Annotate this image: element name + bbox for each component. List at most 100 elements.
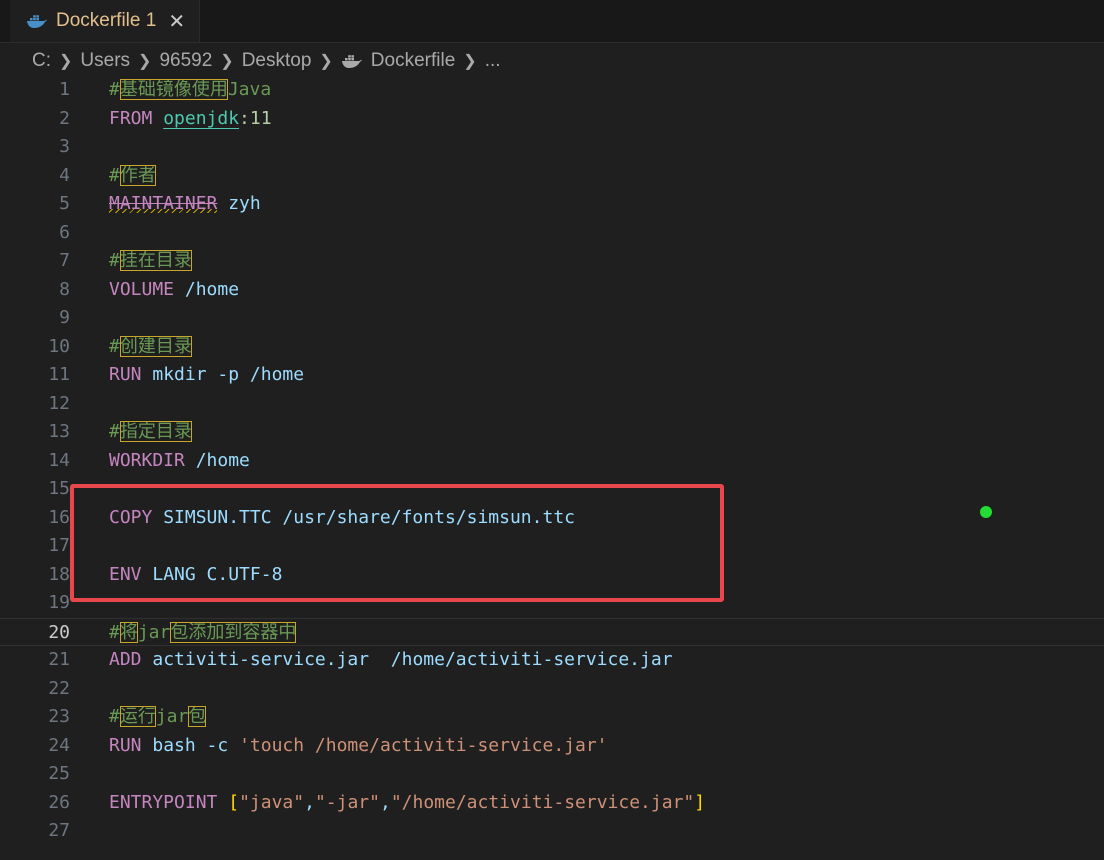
code-token: ENV [109, 563, 153, 585]
code-token: "java" [239, 791, 305, 813]
code-text: MAINTAINER zyh [109, 190, 261, 218]
tab-label: Dockerfile 1 [56, 10, 157, 31]
code-text: #挂在目录 [109, 247, 192, 275]
code-token: RUN [109, 734, 153, 756]
code-token: bash -c [152, 734, 240, 756]
code-line[interactable]: 21 ADD activiti-service.jar /home/activit… [0, 646, 1104, 674]
warning-squiggle [109, 209, 218, 213]
code-line[interactable]: 7 #挂在目录 [0, 247, 1104, 275]
code-token: 将 [119, 621, 138, 643]
code-line[interactable]: 11 RUN mkdir -p /home [0, 361, 1104, 389]
line-number: 26 [48, 791, 70, 813]
code-line[interactable]: 5 MAINTAINER zyh [0, 190, 1104, 218]
code-line[interactable]: 22 [0, 675, 1104, 703]
docker-whale-icon [27, 15, 47, 28]
code-text: #运行jar包 [109, 703, 207, 731]
code-line[interactable]: 8 VOLUME /home [0, 276, 1104, 304]
code-text: ENTRYPOINT ["java","-jar","/home/activit… [109, 789, 705, 817]
line-number: 25 [48, 763, 70, 784]
tab-bar: Dockerfile 1 ✕ [0, 0, 1104, 43]
code-line[interactable]: 23 #运行jar包 [0, 703, 1104, 731]
line-number: 19 [48, 592, 70, 613]
breadcrumb-item-more[interactable]: ... [485, 50, 501, 72]
code-text: ENV LANG C.UTF-8 [109, 561, 282, 589]
line-number: 13 [48, 421, 70, 442]
code-line[interactable]: 6 [0, 219, 1104, 247]
code-text: FROM openjdk:11 [109, 105, 272, 133]
code-line[interactable]: 27 [0, 817, 1104, 845]
breadcrumb: C: ❯ Users ❯ 96592 ❯ Desktop ❯ Dockerfil… [32, 47, 501, 75]
code-token: 包添加到容器中 [170, 621, 297, 643]
line-number: 18 [48, 563, 70, 585]
close-icon[interactable]: ✕ [168, 11, 185, 31]
code-token: # [109, 79, 120, 100]
line-number: 1 [59, 79, 70, 100]
code-token: # [109, 250, 120, 271]
code-line[interactable]: 9 [0, 304, 1104, 332]
chevron-right-icon: ❯ [463, 53, 477, 70]
line-number: 7 [59, 250, 70, 271]
code-text: #创建目录 [109, 333, 192, 361]
code-token: activiti-service.jar /home/activiti-serv… [152, 649, 673, 670]
code-token: 作者 [119, 164, 156, 186]
code-text: WORKDIR /home [109, 447, 250, 475]
code-line[interactable]: 14 WORKDIR /home [0, 447, 1104, 475]
line-number: 21 [48, 649, 70, 670]
breadcrumb-item-desktop[interactable]: Desktop [242, 50, 312, 72]
line-number: 12 [48, 392, 70, 414]
code-token: FROM [109, 107, 164, 129]
code-token: 指定目录 [119, 421, 192, 442]
code-line[interactable]: 4 #作者 [0, 162, 1104, 190]
code-line[interactable]: 17 [0, 532, 1104, 560]
line-number: 27 [48, 820, 70, 841]
code-token: VOLUME [109, 278, 185, 300]
code-token: , [304, 791, 315, 813]
line-number: 17 [48, 535, 70, 556]
docker-whale-icon [341, 55, 362, 68]
code-text: #将jar包添加到容器中 [109, 619, 297, 647]
code-token: # [109, 621, 120, 643]
code-token: Java [227, 79, 272, 100]
chevron-right-icon: ❯ [220, 53, 234, 70]
code-token: RUN [109, 364, 153, 385]
code-token: "-jar" [314, 791, 380, 813]
code-token: 运行 [119, 706, 156, 727]
code-text: COPY SIMSUN.TTC /usr/share/fonts/simsun.… [109, 504, 575, 532]
code-line[interactable]: 2 FROM openjdk:11 [0, 105, 1104, 133]
tab-dockerfile[interactable]: Dockerfile 1 ✕ [10, 0, 200, 42]
code-editor[interactable]: 1 #基础镜像使用Java 2 FROM openjdk:11 3 4 #作者 5 MAINTA… [0, 76, 1104, 860]
code-token: 基础镜像使用 [119, 79, 228, 100]
code-line[interactable]: 15 [0, 475, 1104, 503]
line-number: 8 [59, 278, 70, 300]
breadcrumb-item-file[interactable]: Dockerfile [371, 50, 455, 72]
line-number: 2 [59, 107, 70, 129]
code-line[interactable]: 10 #创建目录 [0, 333, 1104, 361]
code-token: jar [137, 621, 171, 643]
code-text: ADD activiti-service.jar /home/activiti-… [109, 646, 673, 674]
code-line[interactable]: 3 [0, 133, 1104, 161]
code-token: ENTRYPOINT [109, 791, 229, 813]
code-line[interactable]: 24 RUN bash -c 'touch /home/activiti-serv… [0, 732, 1104, 760]
code-line[interactable]: 26 ENTRYPOINT ["java","-jar","/home/activ… [0, 789, 1104, 817]
code-token: LANG C.UTF-8 [152, 563, 283, 585]
code-line[interactable]: 18 ENV LANG C.UTF-8 [0, 561, 1104, 589]
code-token: 'touch /home/activiti-service.jar' [239, 734, 608, 756]
line-number: 6 [59, 221, 70, 243]
breadcrumb-item-users[interactable]: Users [80, 50, 130, 72]
code-line[interactable]: 13 #指定目录 [0, 418, 1104, 446]
code-line[interactable]: 12 [0, 390, 1104, 418]
code-token: openjdk [163, 107, 240, 129]
code-line[interactable]: 16 COPY SIMSUN.TTC /usr/share/fonts/simsu… [0, 504, 1104, 532]
code-line[interactable]: 20 #将jar包添加到容器中 [0, 617, 1104, 647]
code-line[interactable]: 1 #基础镜像使用Java [0, 76, 1104, 104]
code-line[interactable]: 19 [0, 589, 1104, 617]
code-line[interactable]: 25 [0, 760, 1104, 788]
code-text: #作者 [109, 162, 156, 190]
code-token: COPY [109, 506, 164, 528]
breadcrumb-item-drive[interactable]: C: [32, 50, 51, 72]
code-text: RUN mkdir -p /home [109, 361, 304, 389]
line-number: 3 [59, 136, 70, 157]
code-token: # [109, 706, 120, 727]
code-token: jar [155, 706, 189, 727]
breadcrumb-item-user[interactable]: 96592 [159, 50, 212, 72]
